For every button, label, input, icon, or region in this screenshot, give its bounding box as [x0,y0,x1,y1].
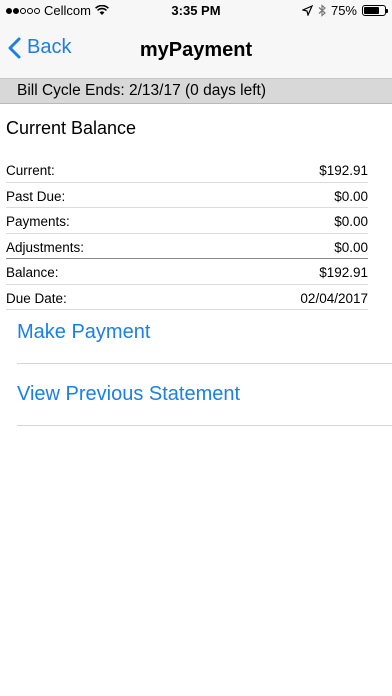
status-bar: Cellcom 3:35 PM 75% [0,0,392,22]
row-label: Past Due: [6,188,66,204]
row-label: Payments: [6,214,70,229]
balance-row-past-due: Past Due: $0.00 [6,183,368,208]
page-title: myPayment [139,39,253,61]
bill-cycle-text: Bill Cycle Ends: 2/13/17 (0 days left) [17,82,266,99]
row-label: Adjustments: [6,239,85,255]
row-value: $0.00 [334,188,368,204]
row-value: $0.00 [334,239,368,255]
balance-row-adjustments: Adjustments: $0.00 [6,234,368,259]
row-label: Current: [6,163,55,178]
balance-row-payments: Payments: $0.00 [6,208,368,234]
make-payment-link[interactable]: Make Payment [17,302,392,364]
balance-row-balance: Balance: $192.91 [6,259,368,285]
navigation-bar: Back myPayment [0,22,392,79]
row-value: $192.91 [319,265,368,280]
balance-table: Current: $192.91 Past Due: $0.00 Payment… [0,157,392,310]
bluetooth-icon [318,4,326,17]
battery-icon [362,5,388,16]
status-right: 75% [301,3,388,18]
balance-row-current: Current: $192.91 [6,157,368,183]
row-value: $0.00 [334,214,368,229]
bill-cycle-banner: Bill Cycle Ends: 2/13/17 (0 days left) [0,79,392,104]
view-previous-statement-link[interactable]: View Previous Statement [17,364,392,426]
actions-list: Make Payment View Previous Statement [0,302,392,426]
current-balance-title: Current Balance [6,118,137,138]
battery-percent: 75% [330,3,357,18]
row-value: $192.91 [319,163,368,178]
location-arrow-icon [301,5,313,16]
row-label: Balance: [6,265,59,280]
